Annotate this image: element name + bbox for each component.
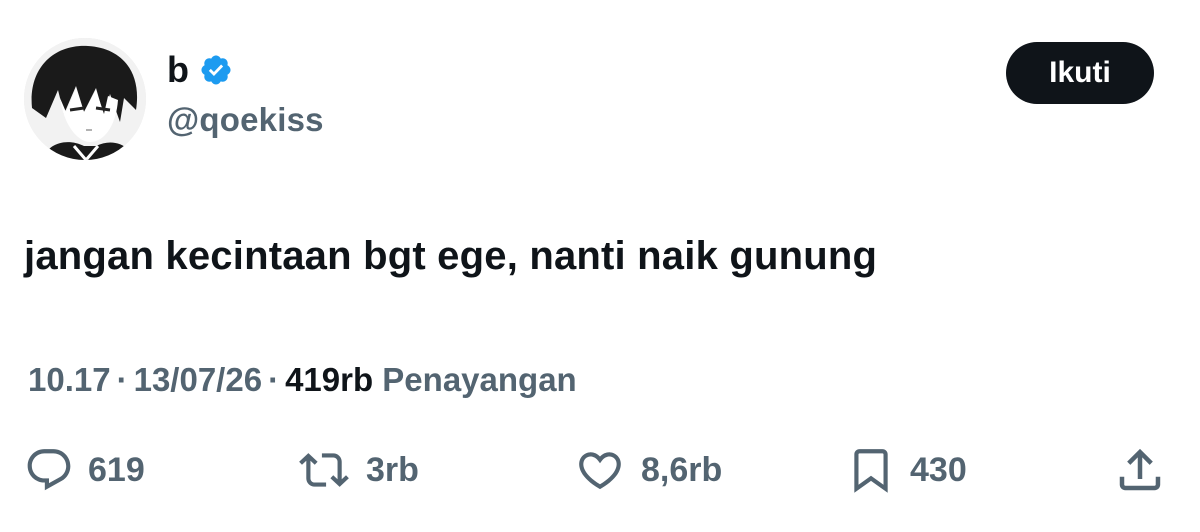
views-count: 419rb [285,361,374,398]
display-name[interactable]: b [167,50,189,90]
repost-count: 3rb [366,451,419,489]
follow-button[interactable]: Ikuti [1006,42,1154,104]
author-handle[interactable]: @qoekiss [167,100,324,140]
like-count: 8,6rb [641,451,723,489]
reply-count: 619 [88,451,145,489]
tweet-text: jangan kecintaan bgt ege, nanti naik gun… [24,234,878,278]
views-label: Penayangan [382,361,577,398]
repost-icon [299,453,349,487]
share-button[interactable] [1113,440,1167,500]
anime-character-avatar-icon [24,38,146,160]
like-button[interactable]: 8,6rb [573,440,722,500]
reply-icon [27,449,71,491]
meta-separator: · [268,361,280,398]
verified-badge-icon [201,55,231,85]
tweet-time[interactable]: 10.17 [28,361,111,398]
bookmark-count: 430 [910,451,967,489]
heart-icon [579,452,621,490]
share-icon [1119,448,1161,491]
bookmark-button[interactable]: 430 [846,440,967,500]
bookmark-icon [854,449,888,493]
tweet-meta: 10.17 · 13/07/26 · 419rb Penayangan [28,358,577,402]
action-bar: 619 3rb 8,6rb 430 [0,440,1200,500]
author-name-row: b [167,50,233,90]
tweet-date[interactable]: 13/07/26 [134,361,262,398]
meta-separator: · [116,361,128,398]
avatar[interactable] [24,38,146,160]
reply-button[interactable]: 619 [24,440,145,500]
repost-button[interactable]: 3rb [296,440,419,500]
